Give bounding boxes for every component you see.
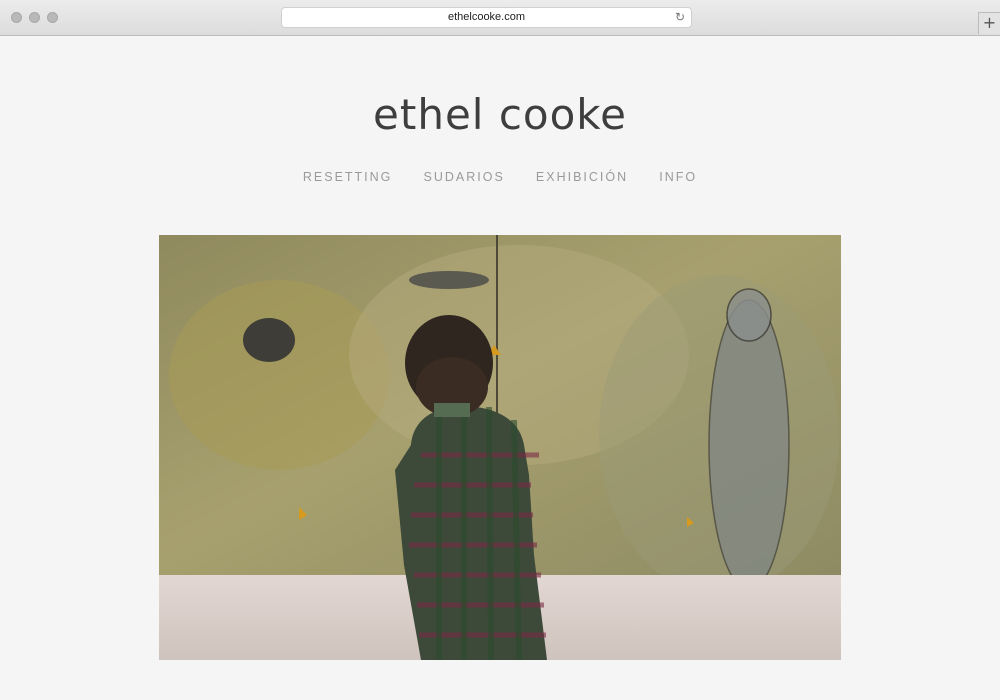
gallery-photo-illustration — [159, 235, 841, 660]
nav-item-info[interactable]: INFO — [659, 170, 697, 184]
site-title[interactable]: ethel cooke — [0, 90, 1000, 139]
browser-toolbar: ethelcooke.com ↻ + — [0, 0, 1000, 36]
new-tab-button[interactable]: + — [978, 12, 1000, 34]
address-text: ethelcooke.com — [447, 11, 526, 23]
main-nav: RESETTING SUDARIOS EXHIBICIÓN INFO — [0, 166, 1000, 185]
web-page: ethel cooke RESETTING SUDARIOS EXHIBICIÓ… — [0, 36, 1000, 700]
zoom-window-button[interactable] — [47, 12, 58, 23]
nav-item-sudarios[interactable]: SUDARIOS — [424, 170, 505, 184]
nav-item-resetting[interactable]: RESETTING — [303, 170, 393, 184]
reload-icon[interactable]: ↻ — [674, 11, 686, 23]
nav-item-exhibicion[interactable]: EXHIBICIÓN — [536, 170, 628, 184]
close-window-button[interactable] — [11, 12, 22, 23]
address-bar[interactable]: ethelcooke.com ↻ — [281, 7, 692, 28]
minimize-window-button[interactable] — [29, 12, 40, 23]
hero-photo — [159, 235, 841, 660]
browser-window: ethelcooke.com ↻ + ethel cooke RESETTING… — [0, 0, 1000, 700]
